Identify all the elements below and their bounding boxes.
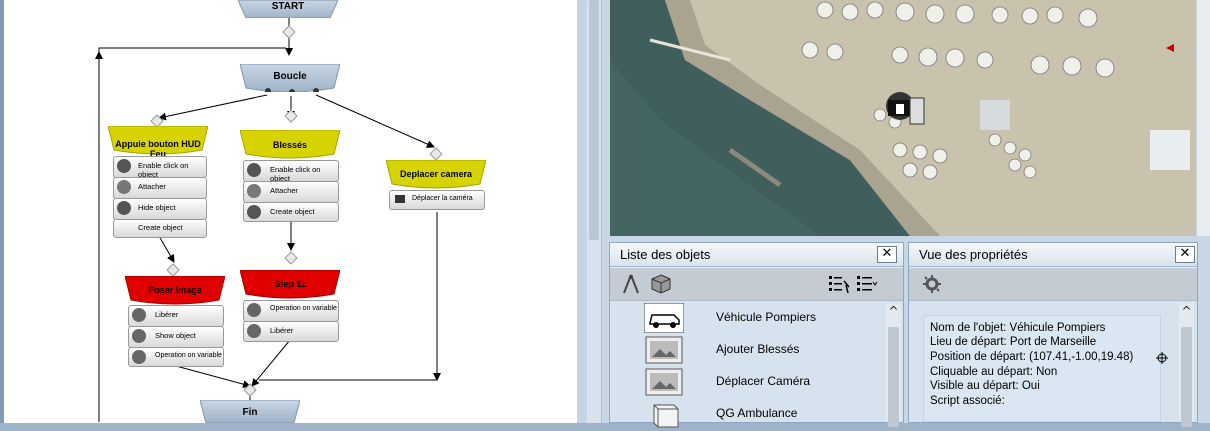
action-label: Attacher [270, 186, 298, 195]
action-icon [247, 303, 261, 317]
action-label: Create object [270, 207, 315, 216]
loop-node[interactable]: Boucle [240, 64, 340, 92]
action-icon [117, 180, 131, 194]
scrollbar-thumb[interactable] [888, 327, 899, 427]
compass-icon[interactable] [620, 273, 642, 295]
action-label: Operation on variable [155, 352, 222, 359]
action-label: Hide object [138, 203, 176, 212]
action-icon [247, 324, 261, 338]
satellite-map[interactable] [610, 0, 1196, 236]
property-line: Position de départ: (107.41,-1.00,19.48) [930, 351, 1134, 363]
objects-panel-close-button[interactable]: ✕ [877, 246, 897, 263]
image-icon [645, 368, 683, 396]
image-icon [645, 336, 683, 364]
node-title: Deplacer camera [399, 169, 473, 179]
end-node-label: Fin [242, 407, 258, 418]
canvas-scrollbar[interactable] [587, 0, 602, 423]
action-icon [117, 159, 131, 173]
action-row[interactable]: Create object [113, 219, 207, 238]
list-item-label: Déplacer Caméra [716, 374, 811, 388]
action-row[interactable]: Attacher [113, 177, 207, 199]
action-row[interactable]: Libérer [243, 321, 339, 342]
action-row[interactable]: Hide object [113, 198, 207, 220]
action-label: Libérer [155, 310, 179, 319]
objects-list-scrollbar[interactable]: ^ [886, 303, 901, 427]
property-line: Nom de l'objet: Véhicule Pompiers [930, 322, 1106, 334]
property-line: Script associé: [930, 395, 1005, 407]
properties-panel-close-button[interactable]: ✕ [1175, 246, 1195, 263]
action-icon [247, 184, 261, 198]
list-icon[interactable] [856, 273, 878, 295]
start-node[interactable]: START [238, 0, 338, 18]
property-line: Lieu de départ: Port de Marseille [930, 336, 1097, 348]
scrollbar-thumb[interactable] [589, 0, 599, 240]
node-deplacer-camera[interactable]: Deplacer camera Déplacer la caméra [386, 160, 486, 212]
list-item-label: Ajouter Blessés [716, 342, 800, 356]
map-scrollbar[interactable] [1197, 0, 1210, 236]
node-title: Blessés [272, 140, 308, 150]
properties-box: Nom de l'objet: Véhicule Pompiers Lieu d… [923, 315, 1168, 422]
action-label: Create object [138, 223, 183, 232]
crosshair-icon[interactable] [1156, 352, 1168, 364]
node-appuie-bouton[interactable]: Appuie bouton HUD Feu Enable click on ob… [108, 126, 208, 238]
properties-scrollbar[interactable]: ^ [1179, 303, 1194, 427]
properties-panel: Vue des propriétés ✕ Nom de l'objet: Véh… [908, 242, 1198, 427]
list-item-label: Véhicule Pompiers [716, 310, 817, 324]
action-row[interactable]: Show object [128, 326, 224, 348]
action-row[interactable]: Create object [243, 202, 339, 222]
objects-toolbar [610, 268, 903, 301]
property-line: Visible au départ: Oui [930, 380, 1040, 392]
list-item[interactable]: Ajouter Blessés [644, 335, 884, 367]
action-icon [132, 329, 146, 343]
action-row[interactable]: Déplacer la caméra [389, 190, 485, 210]
node-blesses[interactable]: Blessés Enable click on object Attacher … [240, 130, 340, 222]
action-label: Libérer [270, 326, 294, 335]
action-label: Operation on variable [270, 305, 337, 312]
sort-icon[interactable] [828, 273, 850, 295]
cube-icon[interactable] [650, 273, 672, 295]
properties-panel-title: Vue des propriétés [909, 243, 1197, 267]
property-line: Cliquable au départ: Non [930, 366, 1058, 378]
action-label: Attacher [138, 182, 166, 191]
vertical-splitter[interactable] [577, 0, 585, 423]
node-title: Poser Image [148, 285, 202, 295]
scrollbar-thumb[interactable] [1181, 327, 1192, 427]
action-row[interactable]: Libérer [128, 305, 224, 327]
objects-panel: Liste des objets ✕ Véhicule Pompiers Ajo… [609, 242, 904, 428]
start-node-label: START [271, 1, 305, 12]
objects-panel-title: Liste des objets [610, 243, 903, 267]
node-poser-image[interactable]: Poser Image Libérer Show object Operatio… [125, 276, 225, 367]
action-icon [117, 201, 131, 215]
action-row[interactable]: Enable click on object [113, 156, 207, 179]
gear-icon[interactable] [921, 273, 943, 295]
cube-icon [653, 404, 679, 428]
satellite-map-image [610, 0, 1196, 236]
car-icon [644, 303, 684, 333]
action-icon [247, 205, 261, 219]
action-icon [247, 163, 261, 177]
action-row[interactable]: Enable click on object [243, 160, 339, 183]
action-row[interactable]: Operation on variable [128, 347, 224, 367]
scroll-up-arrow[interactable]: ^ [1179, 303, 1194, 319]
action-icon [132, 350, 146, 364]
node-title: Step 11 [274, 279, 306, 289]
camera-icon [395, 195, 405, 203]
list-item-label: QG Ambulance [716, 406, 798, 420]
action-label: Show object [155, 331, 196, 340]
loop-node-label: Boucle [273, 71, 307, 82]
properties-content: Nom de l'objet: Véhicule Pompiers Lieu d… [909, 301, 1197, 427]
action-label: Déplacer la caméra [412, 195, 473, 202]
objects-list[interactable]: Véhicule Pompiers Ajouter Blessés Déplac… [610, 301, 903, 428]
properties-toolbar [909, 268, 1197, 301]
node-step-11[interactable]: Step 11 Operation on variable Libérer [240, 270, 340, 342]
scroll-up-arrow[interactable]: ^ [886, 303, 901, 319]
action-icon [132, 308, 146, 322]
list-item[interactable]: Véhicule Pompiers [644, 303, 884, 335]
flowchart-canvas[interactable]: START Boucle Appuie bouton HUD Feu Enabl… [0, 0, 577, 423]
action-row[interactable]: Operation on variable [243, 300, 339, 322]
end-node[interactable]: Fin [200, 400, 300, 423]
list-item[interactable]: Déplacer Caméra [644, 367, 884, 399]
list-item[interactable]: QG Ambulance [644, 399, 884, 431]
action-row[interactable]: Attacher [243, 181, 339, 203]
